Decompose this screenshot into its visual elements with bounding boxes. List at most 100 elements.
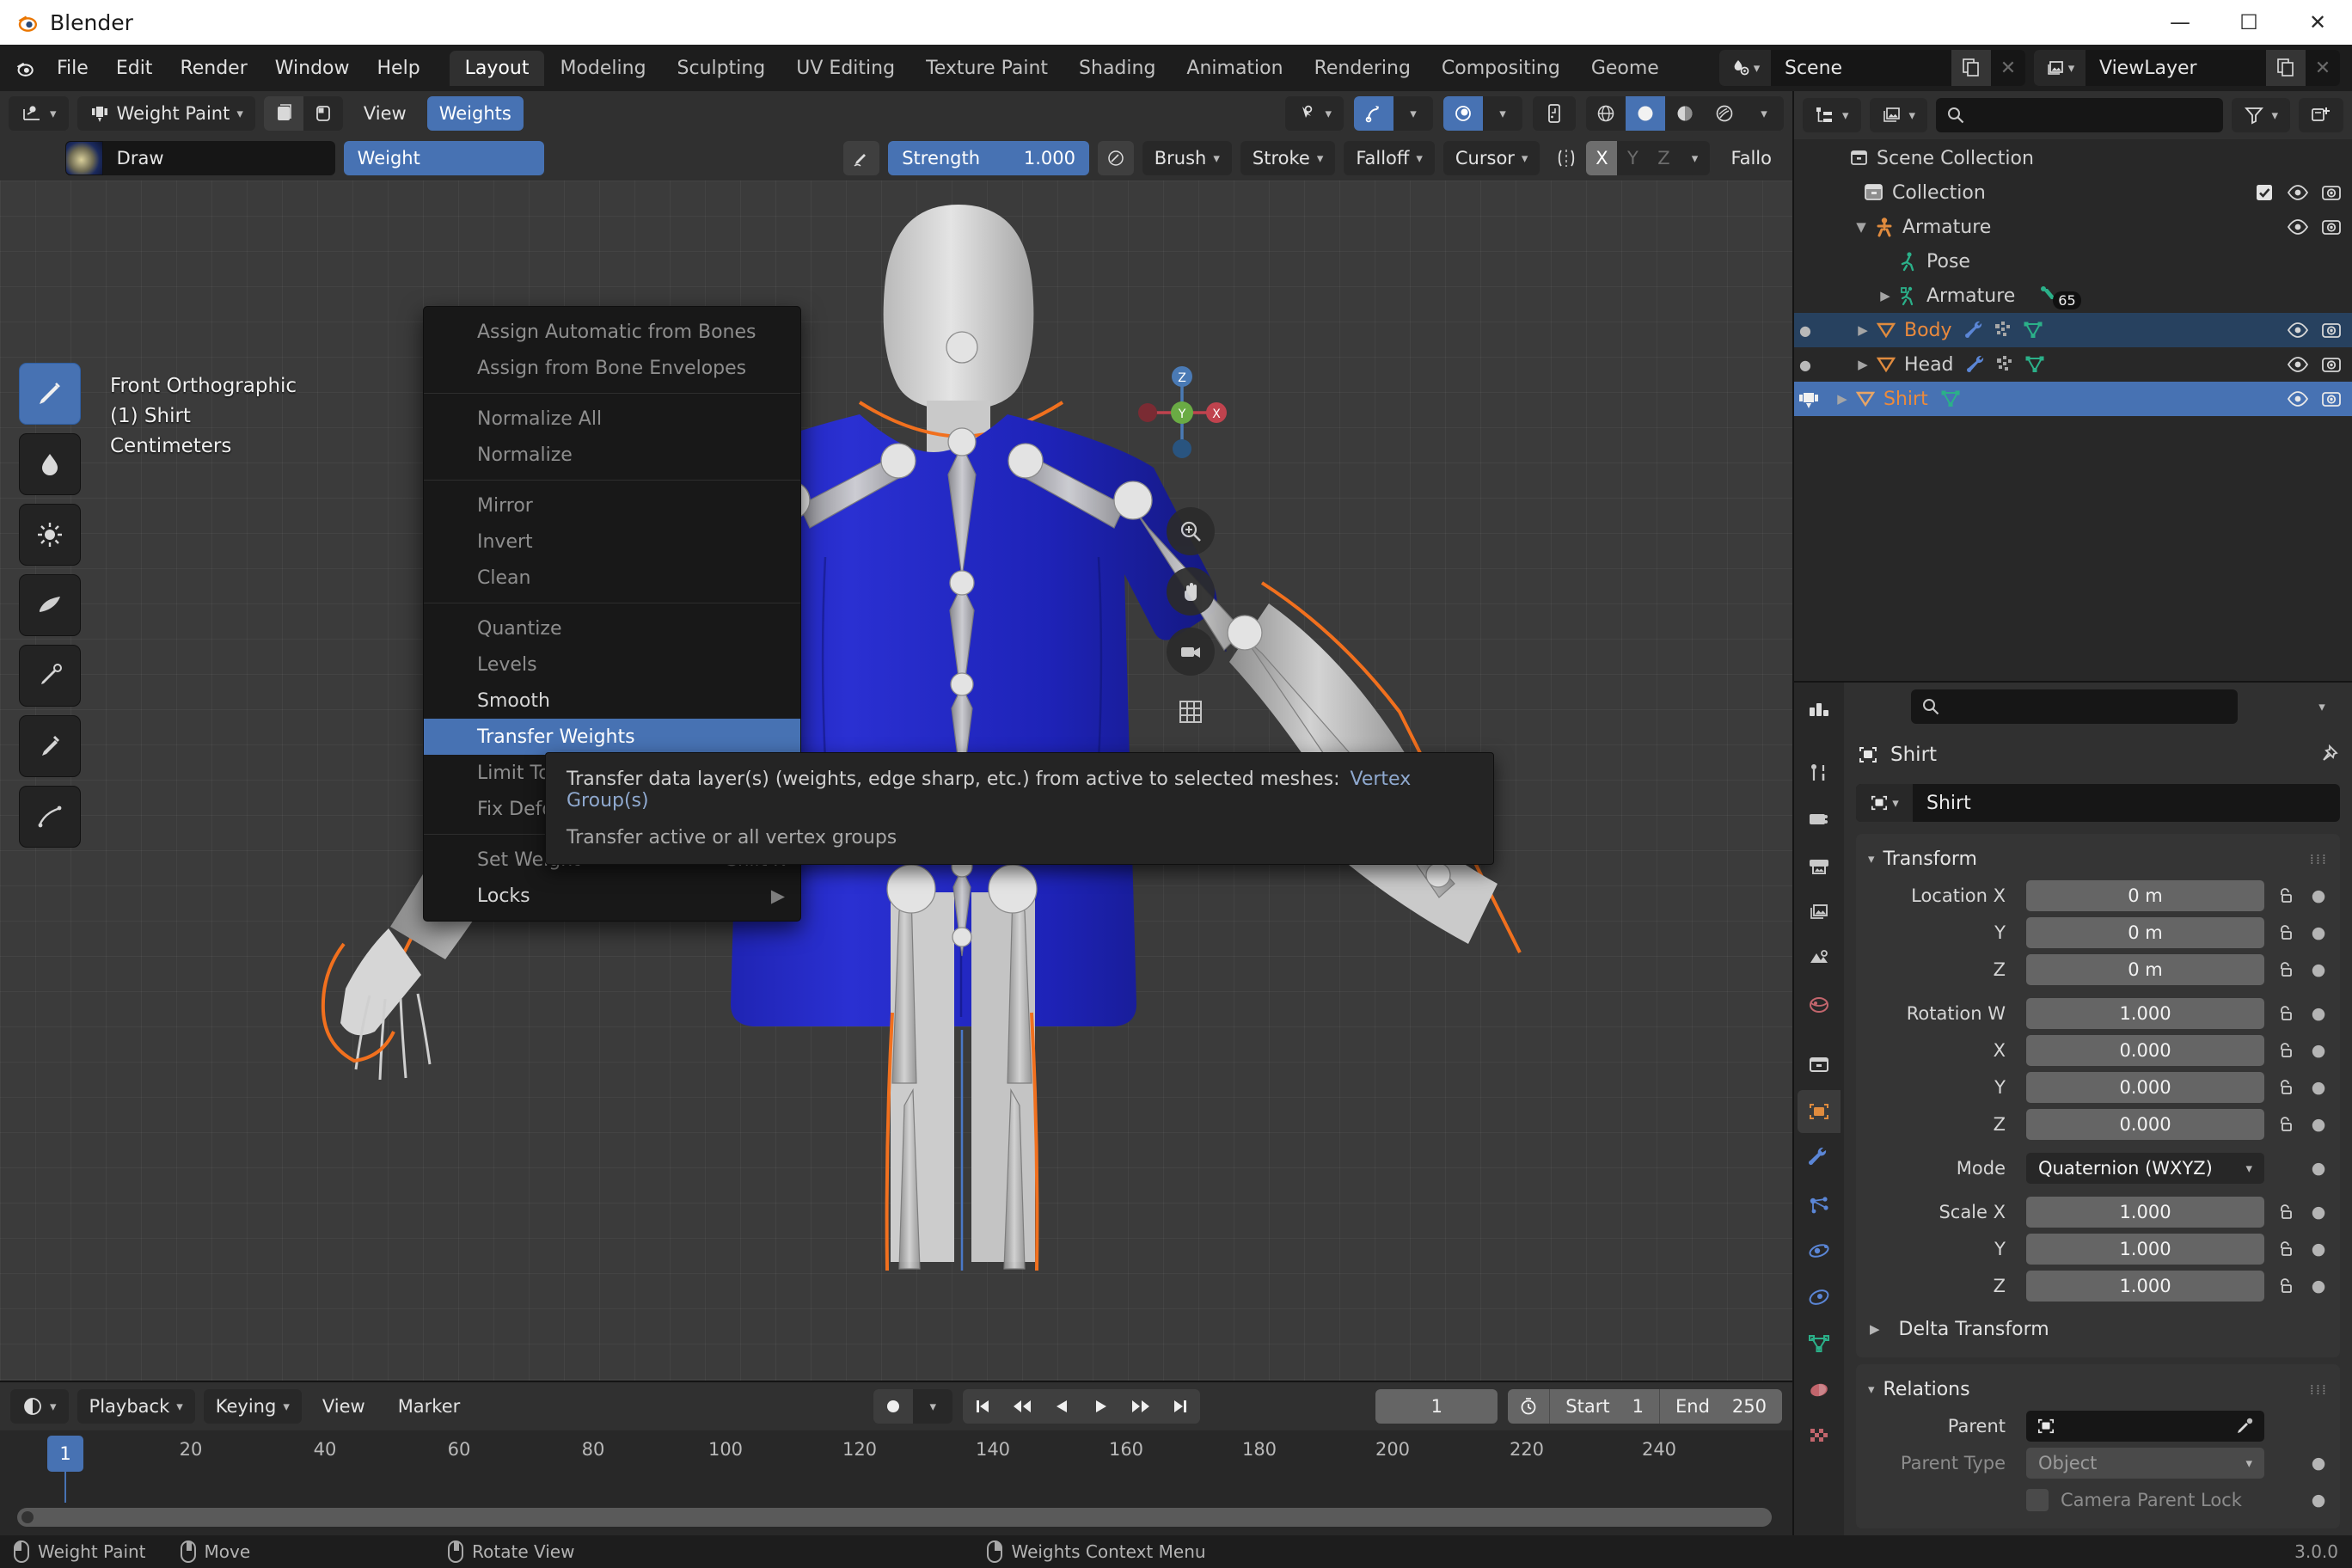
mode-selector[interactable]: Weight Paint ▾ xyxy=(77,96,255,131)
viewport-menu-weights[interactable]: Weights xyxy=(427,96,524,131)
property-value[interactable]: 0 m xyxy=(2026,917,2264,948)
animate-property-dot[interactable]: ● xyxy=(2307,1078,2330,1097)
timeline-editor-type-button[interactable]: ▾ xyxy=(10,1389,69,1424)
playhead[interactable]: 1 xyxy=(47,1436,83,1472)
menu-item-locks[interactable]: Locks ▶ xyxy=(424,878,800,914)
outliner-row-shirt[interactable]: ▶ Shirt xyxy=(1794,382,2352,416)
outliner-tree[interactable]: Scene Collection Collection xyxy=(1794,139,2352,681)
properties-tab-modifiers[interactable] xyxy=(1798,1136,1841,1179)
shading-rendered-icon[interactable] xyxy=(1705,96,1744,131)
outliner-row-head[interactable]: ● ▶ Head xyxy=(1794,347,2352,382)
frame-range-group[interactable]: Start 1 End 250 xyxy=(1508,1389,1782,1424)
menu-item-clean[interactable]: Clean xyxy=(424,560,800,596)
remove-scene-button[interactable]: ✕ xyxy=(1991,50,2025,86)
properties-tab-output[interactable] xyxy=(1798,844,1841,887)
viewport-gizmos-button[interactable] xyxy=(1533,96,1576,131)
properties-tab-render[interactable] xyxy=(1798,798,1841,841)
stroke-menu[interactable]: Stroke▾ xyxy=(1240,141,1335,175)
outliner-new-collection-button[interactable] xyxy=(2299,98,2343,132)
workspace-tab-texture-paint[interactable]: Texture Paint xyxy=(910,51,1063,86)
shading-dropdown-icon[interactable]: ▾ xyxy=(1744,96,1784,131)
tool-gradient[interactable] xyxy=(19,786,81,848)
snapping-group[interactable]: ▾ xyxy=(1354,96,1433,131)
eye-icon[interactable] xyxy=(2287,321,2309,340)
property-value[interactable]: 0 m xyxy=(2026,880,2264,911)
lock-icon[interactable] xyxy=(2273,1041,2299,1060)
properties-tab-scene[interactable] xyxy=(1798,937,1841,980)
relations-panel-header[interactable]: ▾ Relations ⁞⁞⁞ xyxy=(1856,1369,2340,1409)
play-icon[interactable] xyxy=(1081,1389,1121,1424)
parent-type-dropdown[interactable]: Object ▾ xyxy=(2026,1448,2264,1479)
editor-type-button[interactable]: ▾ xyxy=(9,96,69,131)
property-value[interactable]: 1.000 xyxy=(2026,1197,2264,1228)
workspace-tab-uv-editing[interactable]: UV Editing xyxy=(781,51,910,86)
outliner-display-mode-button[interactable]: ▾ xyxy=(1870,98,1928,132)
animate-property-dot[interactable]: ● xyxy=(2307,1115,2330,1134)
workspace-tab-layout[interactable]: Layout xyxy=(450,51,545,86)
shading-modes-group[interactable]: ▾ xyxy=(1586,96,1784,131)
menu-item-normalize-all[interactable]: Normalize All xyxy=(424,401,800,437)
properties-tab-constraints[interactable] xyxy=(1798,1276,1841,1319)
animate-property-dot[interactable]: ● xyxy=(2307,1454,2330,1473)
lock-icon[interactable] xyxy=(2273,1277,2299,1295)
parent-object-field[interactable] xyxy=(2026,1411,2264,1442)
menu-window[interactable]: Window xyxy=(261,52,364,84)
eye-icon[interactable] xyxy=(2287,183,2309,202)
scene-name[interactable]: Scene xyxy=(1771,58,1951,79)
expand-triangle-icon[interactable]: ▼ xyxy=(1849,219,1873,235)
menu-item-normalize[interactable]: Normalize xyxy=(424,437,800,473)
modifier-wrench-icon[interactable] xyxy=(1964,321,1985,340)
properties-tab-view-layer[interactable] xyxy=(1798,891,1841,934)
eye-icon[interactable] xyxy=(2287,389,2309,408)
brush-selector[interactable]: Draw xyxy=(65,141,335,175)
menu-item-assign-from-bone-envelopes[interactable]: Assign from Bone Envelopes xyxy=(424,350,800,386)
symmetry-axis-x[interactable]: X xyxy=(1586,141,1617,175)
menu-item-levels[interactable]: Levels xyxy=(424,646,800,683)
scene-selector[interactable]: ▾ Scene ✕ xyxy=(1719,50,2025,86)
animate-property-dot[interactable]: ● xyxy=(2307,886,2330,905)
lock-icon[interactable] xyxy=(2273,886,2299,905)
property-value[interactable]: 0.000 xyxy=(2026,1109,2264,1140)
object-mode-toggles[interactable] xyxy=(264,96,343,131)
object-name-field[interactable]: ▾ Shirt xyxy=(1856,784,2340,822)
collapse-triangle-icon[interactable]: ▶ xyxy=(1873,288,1897,303)
collapse-triangle-icon[interactable]: ▶ xyxy=(1851,322,1875,338)
symmetry-axis-y[interactable]: Y xyxy=(1617,141,1648,175)
falloff-trailing-label[interactable]: Fallo xyxy=(1718,141,1784,175)
jump-to-prev-keyframe-icon[interactable] xyxy=(1002,1389,1042,1424)
playback-controls[interactable] xyxy=(963,1389,1200,1424)
new-viewlayer-button[interactable] xyxy=(2266,50,2306,86)
visibility-selectability-button[interactable]: ▾ xyxy=(1285,96,1344,131)
viewlayer-name[interactable]: ViewLayer xyxy=(2086,58,2266,79)
shading-solid-icon[interactable] xyxy=(1626,96,1665,131)
workspace-tab-shading[interactable]: Shading xyxy=(1063,51,1171,86)
record-icon[interactable] xyxy=(873,1389,913,1424)
jump-to-end-icon[interactable] xyxy=(1161,1389,1200,1424)
mesh-data-icon[interactable] xyxy=(2024,355,2045,374)
lock-icon[interactable] xyxy=(2273,1115,2299,1134)
menu-item-invert[interactable]: Invert xyxy=(424,524,800,560)
new-scene-button[interactable] xyxy=(1951,50,1991,86)
menu-item-transfer-weights[interactable]: Transfer Weights xyxy=(424,719,800,755)
properties-tab-physics[interactable] xyxy=(1798,1229,1841,1272)
menu-item-assign-automatic-from-bones[interactable]: Assign Automatic from Bones xyxy=(424,314,800,350)
property-value[interactable]: 1.000 xyxy=(2026,1234,2264,1265)
tool-sample-vertex-group[interactable] xyxy=(19,715,81,777)
scene-icon[interactable]: ▾ xyxy=(1719,50,1771,86)
particles-icon[interactable] xyxy=(1995,355,2016,374)
properties-tab-object[interactable] xyxy=(1798,1090,1841,1133)
outliner-row-armature-object[interactable]: ▼ Armature xyxy=(1794,210,2352,244)
outliner-row-scene-collection[interactable]: Scene Collection xyxy=(1794,141,2352,175)
paint-mask-vertex-icon[interactable] xyxy=(264,96,303,131)
properties-tab-collection[interactable] xyxy=(1798,1044,1841,1087)
maximize-button[interactable]: ☐ xyxy=(2214,0,2283,45)
lock-icon[interactable] xyxy=(2273,1240,2299,1259)
outliner-row-pose[interactable]: Pose xyxy=(1794,244,2352,279)
proportional-falloff-dropdown-icon[interactable]: ▾ xyxy=(1483,96,1522,131)
animate-property-dot[interactable]: ● xyxy=(2307,1491,2330,1510)
property-value[interactable]: 0.000 xyxy=(2026,1072,2264,1103)
timeline-ruler[interactable]: 1 20 40 60 80 100 120 140 160 180 200 22… xyxy=(0,1430,1792,1535)
auto-keying-dropdown-icon[interactable]: ▾ xyxy=(913,1389,952,1424)
camera-parent-lock-checkbox[interactable] xyxy=(2026,1489,2049,1511)
workspace-tab-modeling[interactable]: Modeling xyxy=(544,51,661,86)
